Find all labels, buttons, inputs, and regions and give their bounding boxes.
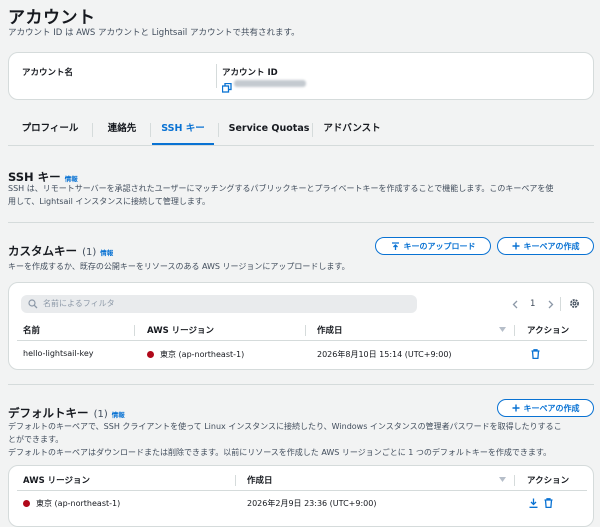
upload-icon: [391, 241, 399, 250]
chevron-right-icon[interactable]: [548, 300, 554, 309]
column-divider: [235, 475, 236, 486]
custom-keys-description: キーを作成するか、既存の公開キーをリソースのある AWS リージョンにアップロー…: [8, 262, 350, 271]
plus-icon: [512, 242, 519, 250]
tab-service-quotas[interactable]: Service Quotas: [224, 115, 314, 143]
info-link[interactable]: 情報: [100, 249, 113, 257]
page-title: アカウント: [8, 8, 96, 28]
column-header-created[interactable]: 作成日: [247, 474, 273, 486]
default-keys-header: デフォルトキー (1) 情報: [8, 402, 125, 421]
ssh-desc-line1: SSH は、リモートサーバーを承認されたユーザーにマッチングするパブリックキーと…: [8, 184, 554, 193]
table-row-region: 東京 (ap-northeast-1): [23, 498, 120, 509]
tab-profile[interactable]: プロフィール: [12, 115, 88, 143]
upload-key-button[interactable]: キーのアップロード: [375, 237, 491, 255]
custom-keys-header: カスタムキー (1) 情報: [8, 240, 113, 259]
column-divider: [305, 325, 306, 336]
search-icon: [28, 299, 38, 309]
tab-divider: [92, 123, 93, 137]
create-key-pair-button-label: キーペアの作成: [523, 241, 580, 251]
column-header-name[interactable]: 名前: [23, 324, 40, 336]
tab-bar: プロフィール 連絡先 SSH キー Service Quotas アドバンスト: [8, 115, 594, 146]
page-subtitle: アカウント ID は AWS アカウントと Lightsail アカウントで共有…: [8, 28, 300, 38]
tab-divider: [312, 123, 313, 137]
filter-input: 名前によるフィルタ: [43, 299, 115, 308]
trash-icon[interactable]: [531, 349, 540, 359]
account-name-label: アカウント名: [22, 68, 74, 78]
chevron-left-icon[interactable]: [512, 300, 518, 309]
pagination-divider: [560, 297, 561, 311]
download-icon[interactable]: [529, 498, 538, 508]
plus-icon: [512, 404, 519, 412]
sort-down-icon[interactable]: [499, 327, 506, 332]
sort-down-icon[interactable]: [499, 477, 506, 482]
account-id-label: アカウント ID: [222, 68, 278, 78]
custom-keys-title: カスタムキー: [8, 244, 77, 258]
tab-contacts[interactable]: 連絡先: [98, 115, 146, 143]
account-id-value-redacted: [234, 80, 306, 87]
copy-icon[interactable]: [221, 78, 232, 93]
tab-ssh-keys[interactable]: SSH キー: [152, 115, 214, 145]
column-divider: [134, 325, 135, 336]
table-row-created: 2026年8月10日 15:14 (UTC+9:00): [317, 350, 452, 359]
info-link[interactable]: 情報: [112, 411, 125, 419]
upload-key-button-label: キーのアップロード: [403, 241, 476, 251]
region-label: 東京 (ap-northeast-1): [160, 350, 245, 359]
default-keys-title: デフォルトキー: [8, 406, 89, 420]
column-header-region[interactable]: AWS リージョン: [147, 324, 214, 336]
ssh-section-description: SSH は、リモートサーバーを承認されたユーザーにマッチングするパブリックキーと…: [8, 182, 598, 208]
section-divider: [8, 222, 594, 223]
default-keys-description: デフォルトのキーペアで、SSH クライアントを使って Linux インスタンスに…: [8, 420, 598, 459]
section-divider: [8, 384, 594, 385]
ssh-desc-line2: 用して、Lightsail インスタンスに接続して管理します。: [8, 197, 211, 206]
custom-keys-count: (1): [82, 247, 97, 258]
region-status-dot: [23, 499, 30, 507]
page-number[interactable]: 1: [530, 299, 535, 309]
table-header-divider: [17, 490, 587, 491]
column-header-region[interactable]: AWS リージョン: [23, 474, 90, 486]
create-default-key-pair-button[interactable]: キーペアの作成: [497, 399, 594, 417]
default-desc-line3: デフォルトのキーペアはダウンロードまたは削除できます。以前にリソースを作成した …: [8, 448, 552, 457]
column-header-created[interactable]: 作成日: [317, 324, 343, 336]
table-header-divider: [17, 340, 587, 341]
account-card: [8, 52, 594, 100]
column-divider: [514, 325, 515, 336]
table-row-created: 2026年2月9日 23:36 (UTC+9:00): [247, 499, 377, 508]
column-header-action: アクション: [527, 476, 570, 486]
tab-advanced[interactable]: アドバンスト: [318, 115, 386, 143]
account-card-divider: [216, 64, 217, 88]
region-status-dot: [147, 350, 154, 358]
filter-input-box[interactable]: 名前によるフィルタ: [21, 295, 417, 313]
tab-divider: [150, 123, 151, 137]
default-desc-line1: デフォルトのキーペアで、SSH クライアントを使って Linux インスタンスに…: [8, 422, 562, 431]
trash-icon[interactable]: [544, 498, 553, 508]
default-keys-table: AWS リージョン 作成日 アクション 東京 (ap-northeast-1) …: [8, 465, 594, 527]
region-label: 東京 (ap-northeast-1): [36, 499, 121, 508]
tab-divider: [218, 123, 219, 137]
column-divider: [514, 475, 515, 486]
default-keys-count: (1): [93, 409, 108, 420]
create-key-pair-button[interactable]: キーペアの作成: [497, 237, 594, 255]
table-row-key-name: hello-lightsail-key: [23, 349, 94, 358]
custom-keys-table: 名前によるフィルタ 1 名前 AWS リージョン 作成日 アクション hello…: [8, 282, 594, 370]
column-header-action: アクション: [527, 326, 570, 336]
gear-icon[interactable]: [569, 298, 580, 309]
default-desc-line2: とができます。: [8, 435, 64, 444]
create-default-key-pair-button-label: キーペアの作成: [523, 403, 580, 413]
table-row-region: 東京 (ap-northeast-1): [147, 349, 244, 360]
